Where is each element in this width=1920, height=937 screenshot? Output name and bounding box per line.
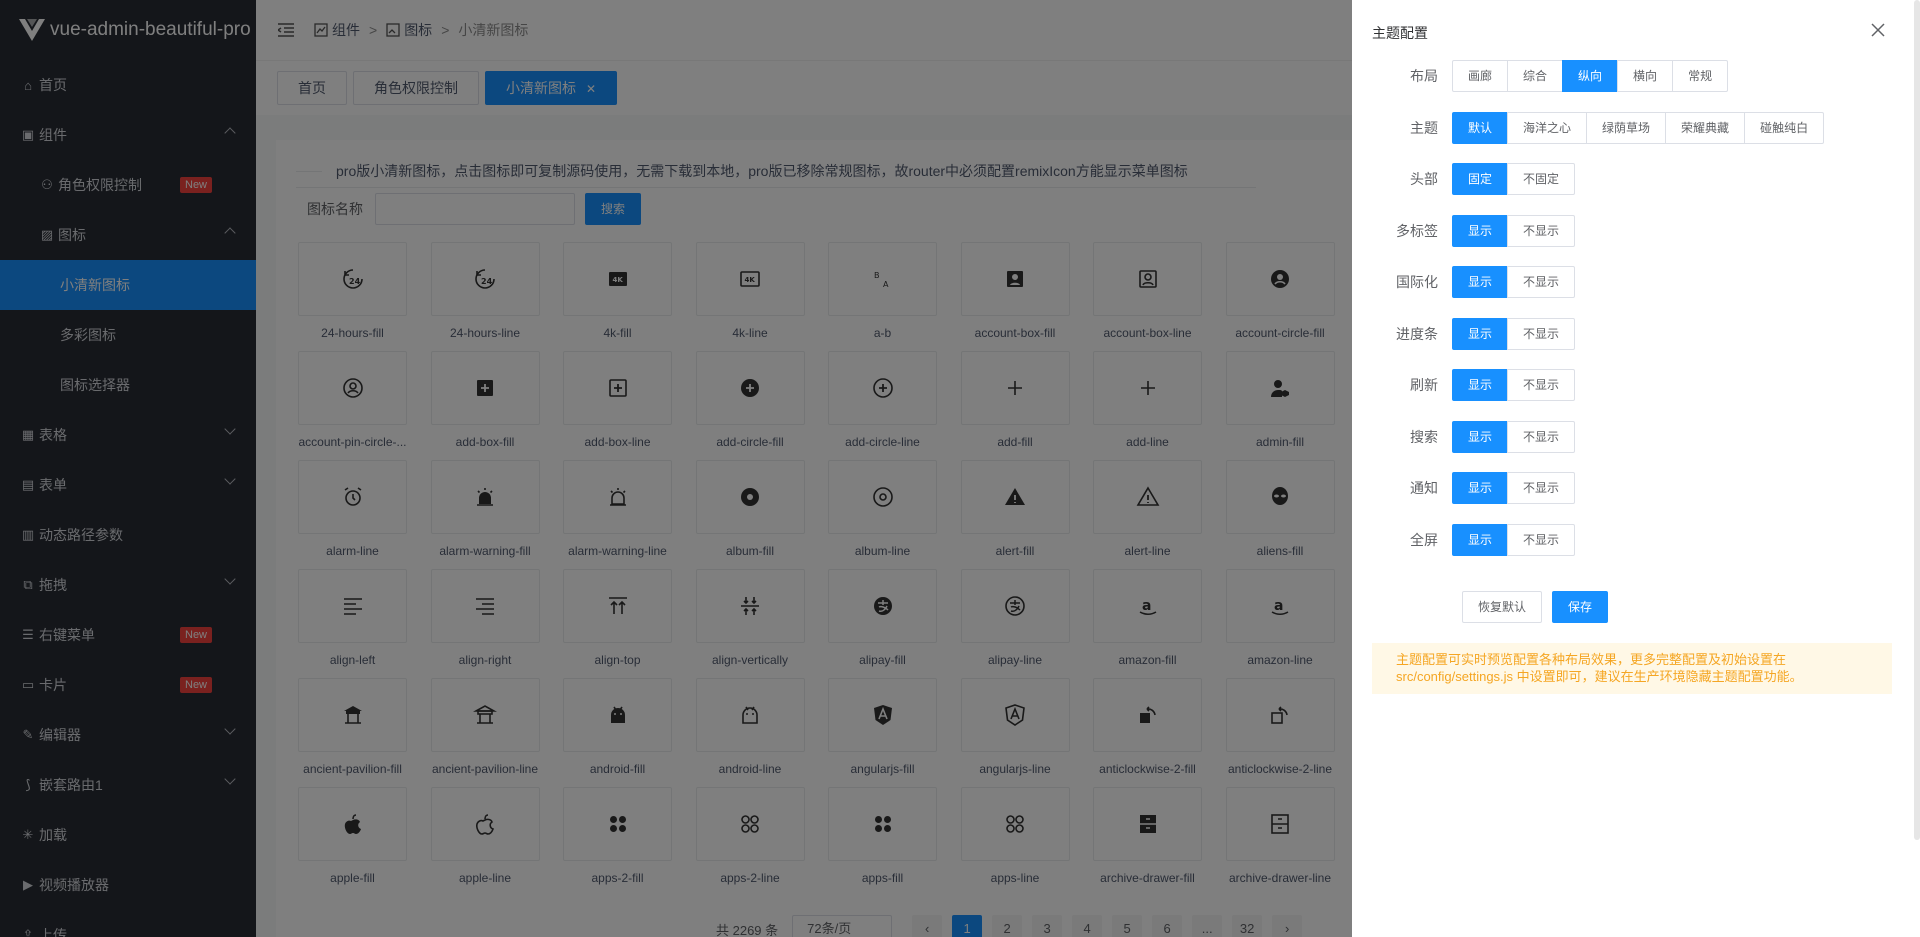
radio-button-group: 显示 不显示 [1452,369,1576,401]
save-button[interactable]: 保存 [1552,591,1609,623]
radio-button-option[interactable]: 不显示 [1507,523,1576,556]
radio-button-group: 显示 不显示 [1452,523,1576,556]
radio-button-option[interactable]: 碰触纯白 [1744,111,1825,144]
theme-config-alert: 主题配置可实时预览配置各种布局效果，更多完整配置及初始设置在 src/confi… [1372,643,1892,694]
radio-button-group: 默认 海洋之心 绿荫草场 荣耀典藏 碰触纯白 [1452,111,1825,144]
radio-button-option[interactable]: 显示 [1452,472,1509,504]
radio-button-option[interactable]: 不显示 [1507,369,1576,401]
radio-button-option[interactable]: 显示 [1452,523,1509,556]
form-label: 布局 [1410,68,1438,84]
radio-button-option[interactable]: 画廊 [1452,60,1509,92]
radio-button-group: 固定 不固定 [1452,163,1576,195]
radio-button-option[interactable]: 不显示 [1507,266,1576,298]
theme-form-row: 多标签 显示 不显示 [1352,214,1576,248]
radio-button-group: 显示 不显示 [1452,317,1576,350]
form-label: 头部 [1410,171,1438,187]
reset-default-button[interactable]: 恢复默认 [1462,591,1543,623]
theme-form-row: 搜索 显示 不显示 [1352,420,1576,454]
radio-button-option[interactable]: 不显示 [1507,214,1576,247]
theme-drawer: 主题配置 布局 画廊 综合 纵向 横向 常规 主题 默认 海洋之心 绿荫草场 荣耀典藏 碰触纯白 头部固… [1352,0,1920,937]
radio-button-group: 画廊 综合 纵向 横向 常规 [1452,60,1729,92]
radio-button-option[interactable]: 荣耀典藏 [1665,111,1746,144]
form-label: 搜索 [1410,428,1438,445]
radio-button-group: 显示 不显示 [1452,420,1576,453]
radio-button-option[interactable]: 固定 [1452,163,1509,195]
radio-button-option[interactable]: 海洋之心 [1507,111,1588,144]
radio-button-group: 显示 不显示 [1452,472,1576,504]
theme-form-row: 布局 画廊 综合 纵向 横向 常规 [1352,59,1729,93]
form-label: 主题 [1410,119,1438,136]
theme-form-row: 全屏 显示 不显示 [1352,523,1576,557]
radio-button-option[interactable]: 显示 [1452,369,1509,401]
form-label: 刷新 [1410,377,1438,393]
drawer-title: 主题配置 [1372,25,1428,41]
radio-button-option[interactable]: 显示 [1452,266,1509,298]
form-label: 通知 [1410,480,1438,496]
radio-button-option[interactable]: 不显示 [1507,472,1576,504]
radio-button-option[interactable]: 显示 [1452,420,1509,453]
form-label: 多标签 [1396,222,1438,239]
radio-button-option[interactable]: 综合 [1507,60,1564,92]
form-label: 国际化 [1396,274,1438,290]
theme-form-row: 进度条 显示 不显示 [1352,317,1576,351]
theme-form-row: 国际化 显示 不显示 [1352,265,1576,299]
radio-button-option[interactable]: 不固定 [1507,163,1576,195]
radio-button-option[interactable]: 常规 [1672,60,1729,92]
radio-button-group: 显示 不显示 [1452,266,1576,298]
close-icon[interactable] [1869,21,1887,39]
form-label: 进度条 [1396,325,1438,342]
theme-form-row: 头部 固定 不固定 [1352,162,1576,196]
radio-button-option[interactable]: 显示 [1452,214,1509,247]
radio-button-option[interactable]: 默认 [1452,111,1509,144]
radio-button-option[interactable]: 不显示 [1507,420,1576,453]
radio-button-option[interactable]: 横向 [1617,60,1674,92]
radio-button-option[interactable]: 不显示 [1507,317,1576,350]
radio-button-group: 显示 不显示 [1452,214,1576,247]
drawer-actions: 恢复默认 保存 [1462,591,1609,623]
theme-form-row: 通知 显示 不显示 [1352,471,1576,505]
theme-form-row: 主题 默认 海洋之心 绿荫草场 荣耀典藏 碰触纯白 [1352,111,1825,145]
form-label: 全屏 [1410,531,1438,548]
radio-button-option[interactable]: 纵向 [1562,60,1619,92]
modal-overlay[interactable] [0,0,1352,937]
drawer-scrollbar[interactable] [1914,0,1920,840]
theme-form-row: 刷新 显示 不显示 [1352,368,1576,402]
radio-button-option[interactable]: 显示 [1452,317,1509,350]
radio-button-option[interactable]: 绿荫草场 [1586,111,1667,144]
